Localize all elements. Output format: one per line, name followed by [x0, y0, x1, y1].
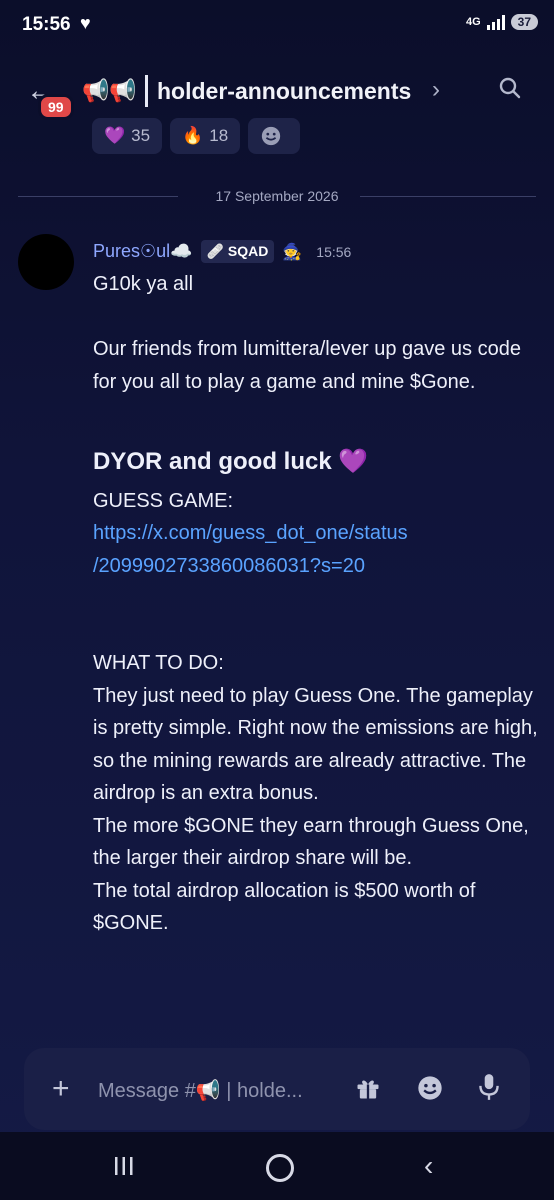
message-input[interactable]: Message #📢 | holde...	[98, 1078, 303, 1103]
unread-badge: 99	[38, 94, 74, 120]
reaction-emoji: 🔥	[182, 126, 204, 145]
todo-label: WHAT TO DO:	[93, 652, 224, 674]
plus-icon[interactable]: +	[52, 1072, 70, 1106]
game-link-part2: /2099902733860086031?s=20	[93, 554, 365, 577]
game-link[interactable]: https://x.com/guess_dot_one/status/20999…	[93, 517, 543, 582]
game-label: GUESS GAME:	[93, 489, 234, 512]
smiley-icon	[262, 126, 281, 146]
author-name[interactable]: Pures☉ul☁️	[93, 241, 193, 262]
reaction-count: 35	[131, 126, 151, 145]
message-intro: Our friends from lumittera/lever up gave…	[93, 338, 521, 393]
battery-level: 37	[510, 14, 538, 30]
heart-icon: ♥	[80, 13, 91, 33]
status-time: 15:56	[22, 14, 71, 35]
home-icon[interactable]	[266, 1154, 294, 1182]
role-tag-icon: 🩹	[206, 243, 225, 259]
todo-paragraph-2: The more $GONE they earn through Guess O…	[93, 814, 529, 870]
message-header: Pures☉ul☁️ 🩹 SQAD 🧙 15:56	[93, 240, 351, 263]
reaction-bar: 💜 35 🔥 18	[92, 118, 301, 154]
message-greeting: G10k ya all	[93, 273, 194, 295]
wizard-icon: 🧙	[282, 243, 303, 261]
channel-header: ← 99 📢📢 holder-announcements ›	[0, 60, 554, 124]
add-reaction-button[interactable]	[248, 118, 301, 154]
avatar[interactable]	[18, 234, 74, 290]
role-tag-label: SQAD	[227, 243, 269, 259]
divider-line-right	[360, 196, 536, 197]
signal-icon	[486, 14, 505, 30]
role-tag[interactable]: 🩹 SQAD	[200, 240, 275, 263]
chevron-right-icon[interactable]: ›	[432, 76, 440, 104]
status-right: 4G 37	[466, 14, 538, 30]
emoji-icon[interactable]	[416, 1074, 444, 1102]
date-divider: 17 September 2026	[18, 186, 536, 208]
channel-icons: 📢📢	[82, 78, 137, 103]
recent-apps-icon[interactable]	[112, 1154, 136, 1178]
reaction-count: 18	[209, 126, 229, 145]
nav-back-icon[interactable]: ‹	[424, 1150, 433, 1182]
network-type: 4G	[465, 16, 481, 28]
channel-name[interactable]: holder-announcements	[157, 78, 411, 105]
gift-icon[interactable]	[354, 1074, 382, 1102]
channel-separator	[145, 75, 148, 107]
microphone-icon[interactable]	[476, 1072, 502, 1102]
reaction-emoji: 💜	[104, 126, 126, 145]
reaction-heart[interactable]: 💜 35	[92, 118, 163, 154]
message-body: G10k ya all Our friends from lumittera/l…	[93, 268, 543, 940]
reaction-fire[interactable]: 🔥 18	[170, 118, 241, 154]
status-bar: 15:56 ♥ 4G 37	[0, 0, 554, 50]
message-heading: DYOR and good luck 💜	[93, 448, 369, 475]
search-icon[interactable]	[498, 76, 522, 100]
message-time: 15:56	[316, 243, 352, 260]
todo-paragraph-3: The total airdrop allocation is $500 wor…	[93, 879, 476, 935]
game-link-part1: https://x.com/guess_dot_one/status	[93, 522, 408, 544]
todo-paragraph-1: They just need to play Guess One. The ga…	[93, 684, 538, 805]
system-nav-bar: ‹	[0, 1132, 554, 1200]
message-composer: + Message #📢 | holde...	[24, 1048, 530, 1130]
